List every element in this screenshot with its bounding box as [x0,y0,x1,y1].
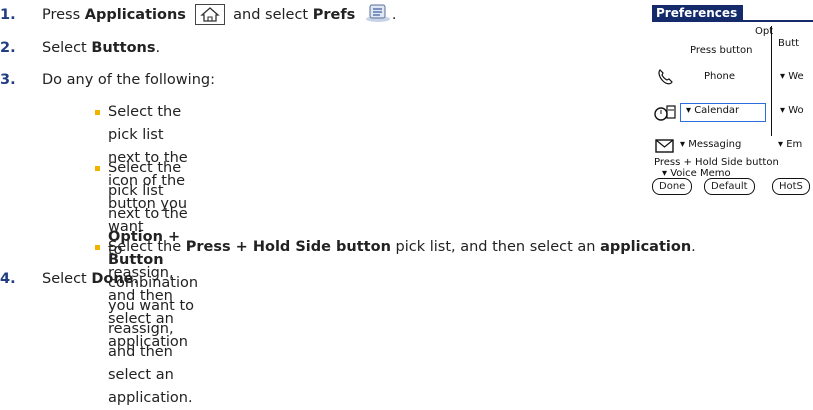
step-number: 2. [0,40,16,56]
bullet-marker [95,245,100,250]
calendar-option-picklist[interactable]: ▾ Wo [780,105,804,116]
preferences-screenshot: Preferences Opt Butt Press button Phone … [650,4,813,201]
prefs-icon [364,3,392,23]
done-button[interactable]: Done [652,178,693,195]
preferences-title: Preferences [652,5,744,21]
step-number: 4. [0,271,16,287]
phone-icon [656,68,674,86]
calendar-picklist[interactable]: ▾ Calendar [686,105,739,116]
hotsync-button[interactable]: HotS [772,178,810,195]
default-button[interactable]: Default [704,178,755,195]
press-button-header: Press button [690,45,753,56]
instruction-document: 1. Press Applications and select Prefs . [0,0,813,406]
messaging-picklist[interactable]: ▾ Messaging [680,139,741,150]
messaging-option-picklist[interactable]: ▾ Em [778,139,802,150]
home-icon [194,3,225,25]
bullet-marker [95,166,100,171]
step-number: 1. [0,7,16,23]
envelope-icon [655,138,675,154]
phone-option-picklist[interactable]: ▾ We [780,71,804,82]
side-button-label: Press + Hold Side button [654,157,779,168]
bullet-marker [95,110,100,115]
step-number: 3. [0,72,16,88]
calendar-icon [654,102,678,122]
